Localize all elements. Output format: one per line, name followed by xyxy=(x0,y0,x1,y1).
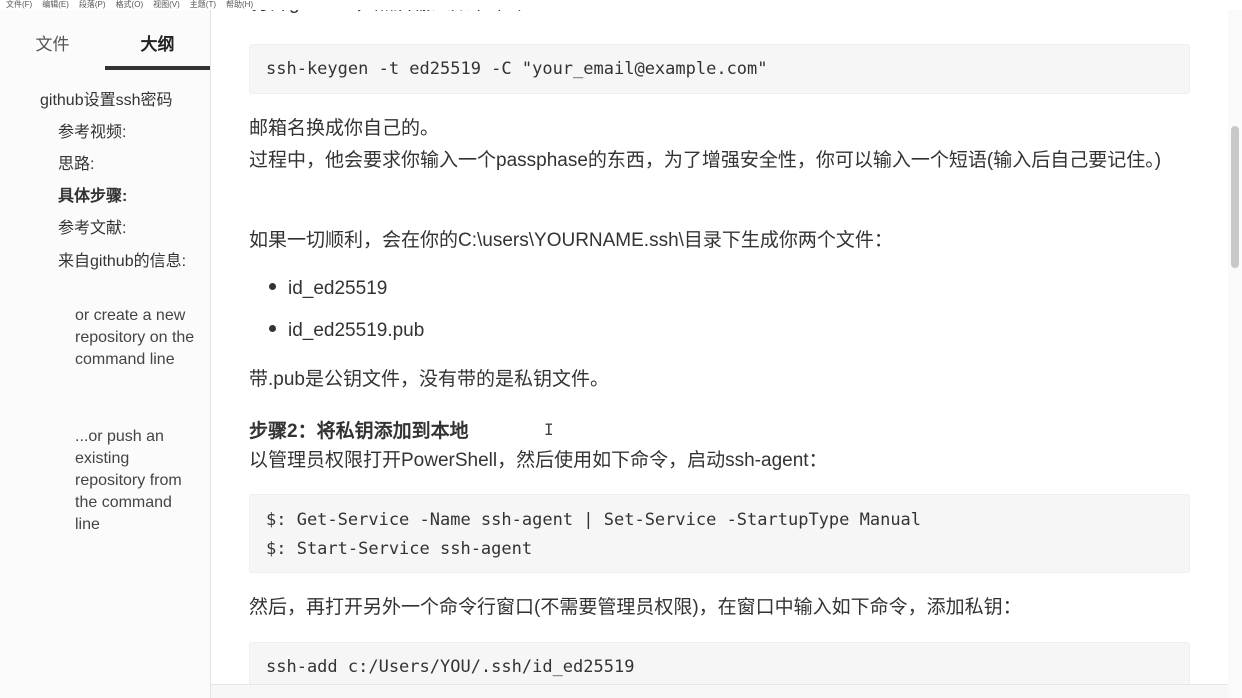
menu-edit[interactable]: 编辑(E) xyxy=(42,0,69,10)
code-line: $: Start-Service ssh-agent xyxy=(266,539,533,559)
menu-help[interactable]: 帮助(H) xyxy=(226,0,253,10)
status-bar xyxy=(211,684,1228,698)
outline-item-create-repo[interactable]: or create a new repository on the comman… xyxy=(75,305,195,371)
menu-paragraph[interactable]: 段落(P) xyxy=(79,0,106,10)
menu-view[interactable]: 视图(V) xyxy=(153,0,180,10)
code-line: $: Get-Service -Name ssh-agent | Set-Ser… xyxy=(266,510,922,530)
paragraph-files-generated: 如果一切顺利，会在你的C:\users\YOURNAME.ssh\目录下生成你两… xyxy=(249,230,893,251)
tab-files[interactable]: 文件 xyxy=(0,28,105,70)
text-cursor-icon: I xyxy=(544,420,554,439)
menu-format[interactable]: 格式(O) xyxy=(116,0,144,10)
scrollbar-thumb[interactable] xyxy=(1231,126,1239,268)
sidebar-tabs: 文件 大纲 xyxy=(0,28,210,70)
outline-item-reference-video[interactable]: 参考视频: xyxy=(58,122,188,144)
code-line: ssh-add c:/Users/YOU/.ssh/id_ed25519 xyxy=(266,657,635,677)
bullet-icon xyxy=(269,283,276,291)
code-line: ssh-keygen -t ed25519 -C "your_email@exa… xyxy=(266,59,768,79)
sidebar: 文件 大纲 github设置ssh密码 参考视频: 思路: 具体步骤: 参考文献… xyxy=(0,10,211,698)
editor-content[interactable]: 打开git bash，然后输入如下命令： ssh-keygen -t ed255… xyxy=(211,0,1228,698)
outline-item-approach[interactable]: 思路: xyxy=(58,154,188,176)
outline-item-github-ssh[interactable]: github设置ssh密码 xyxy=(40,90,205,112)
menu-theme[interactable]: 主题(T) xyxy=(190,0,216,10)
paragraph-passphrase: 过程中，他会要求你输入一个passphase的东西，为了增强安全性，你可以输入一… xyxy=(249,150,1162,171)
paragraph-pub-key: 带.pub是公钥文件，没有带的是私钥文件。 xyxy=(249,369,609,390)
paragraph-email-note: 邮箱名换成你自己的。 xyxy=(249,118,440,139)
vertical-scrollbar[interactable] xyxy=(1228,0,1242,698)
menu-bar: 文件(F) 编辑(E) 段落(P) 格式(O) 视图(V) 主题(T) 帮助(H… xyxy=(0,0,1242,10)
paragraph-powershell: 以管理员权限打开PowerShell，然后使用如下命令，启动ssh-agent： xyxy=(249,450,828,471)
bullet-icon xyxy=(269,325,276,333)
heading-step2: 步骤2：将私钥添加到本地 xyxy=(249,421,469,442)
code-block-keygen[interactable]: ssh-keygen -t ed25519 -C "your_email@exa… xyxy=(249,44,1190,94)
menu-file[interactable]: 文件(F) xyxy=(6,0,32,10)
paragraph-add-key: 然后，再打开另外一个命令行窗口(不需要管理员权限)，在窗口中输入如下命令，添加私… xyxy=(249,597,1022,618)
tab-outline[interactable]: 大纲 xyxy=(105,28,210,70)
outline-item-push-repo[interactable]: ...or push an existing repository from t… xyxy=(75,426,195,536)
list-item-text: id_ed25519.pub xyxy=(288,320,425,341)
outline-item-references[interactable]: 参考文献: xyxy=(58,218,188,240)
list-item-text: id_ed25519 xyxy=(288,278,388,299)
list-item: id_ed25519 xyxy=(269,277,387,301)
outline-item-steps[interactable]: 具体步骤: xyxy=(58,186,188,208)
outline-item-github-info[interactable]: 来自github的信息: xyxy=(58,251,188,273)
list-item: id_ed25519.pub xyxy=(269,319,424,343)
code-block-ssh-agent[interactable]: $: Get-Service -Name ssh-agent | Set-Ser… xyxy=(249,494,1190,573)
